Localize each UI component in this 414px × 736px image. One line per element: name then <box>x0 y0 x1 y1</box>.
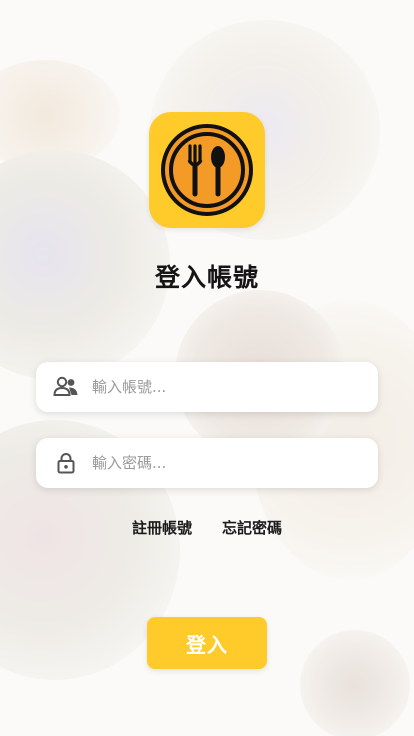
password-field[interactable] <box>36 438 378 488</box>
username-input[interactable] <box>92 367 362 407</box>
forgot-password-link[interactable]: 忘記密碼 <box>222 517 282 538</box>
password-input[interactable] <box>92 443 362 483</box>
username-field[interactable] <box>36 362 378 412</box>
lock-icon <box>52 449 80 477</box>
page-title: 登入帳號 <box>154 263 259 292</box>
app-logo <box>149 112 265 228</box>
auth-links: 註冊帳號 忘記密碼 <box>0 517 414 538</box>
login-button[interactable]: 登入 <box>147 617 267 669</box>
user-group-icon <box>52 373 80 401</box>
fork-spoon-plate-icon <box>161 124 253 216</box>
register-link[interactable]: 註冊帳號 <box>132 517 192 538</box>
